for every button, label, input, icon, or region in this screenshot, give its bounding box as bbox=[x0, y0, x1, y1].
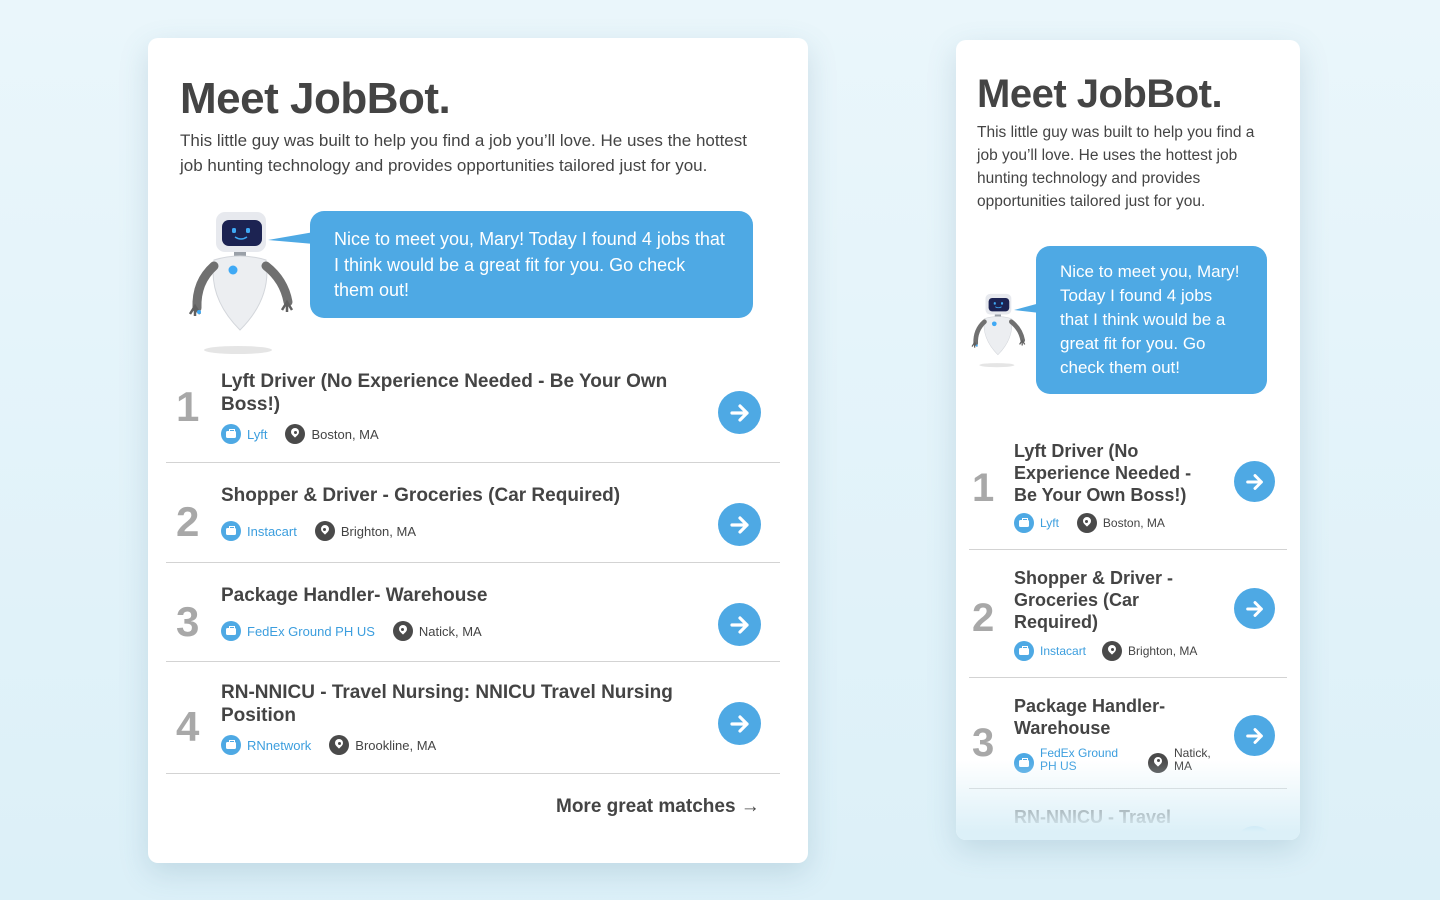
company[interactable]: Instacart bbox=[1014, 641, 1086, 661]
company[interactable]: RNnetwork bbox=[221, 735, 311, 755]
view-job-button[interactable] bbox=[718, 503, 761, 546]
location: Boston, MA bbox=[1076, 513, 1165, 533]
job-item[interactable]: RN-NNICU - Travel Nursing: NNICU Travel … bbox=[969, 789, 1287, 840]
company[interactable]: FedEx Ground PH US bbox=[1014, 747, 1132, 773]
job-item[interactable]: 1 Lyft Driver (No Experience Needed - Be… bbox=[166, 363, 780, 463]
job-number: 1 bbox=[972, 466, 995, 510]
job-number: 3 bbox=[972, 721, 995, 765]
job-meta: FedEx Ground PH US Natick, MA bbox=[221, 621, 482, 641]
page-title: Meet JobBot. bbox=[180, 74, 451, 123]
job-item[interactable]: 2 Shopper & Driver - Groceries (Car Requ… bbox=[969, 550, 1287, 678]
arrow-right-icon bbox=[1245, 727, 1263, 744]
location: Brighton, MA bbox=[1102, 641, 1197, 661]
job-number: 2 bbox=[176, 498, 200, 545]
job-meta: RNnetwork Brookline, MA bbox=[221, 735, 436, 755]
company-name[interactable]: Instacart bbox=[247, 524, 297, 539]
map-pin-icon bbox=[1102, 641, 1123, 661]
page-title: Meet JobBot. bbox=[977, 72, 1223, 116]
location-name: Brighton, MA bbox=[1128, 644, 1198, 658]
job-title[interactable]: Package Handler- Warehouse bbox=[221, 584, 691, 607]
desktop-email-card: Meet JobBot. This little guy was built t… bbox=[148, 38, 808, 863]
briefcase-icon bbox=[221, 424, 241, 444]
job-item[interactable]: 1 Lyft Driver (No Experience Needed - Be… bbox=[969, 430, 1287, 550]
job-title[interactable]: Lyft Driver (No Experience Needed - Be Y… bbox=[221, 370, 691, 416]
arrow-right-icon bbox=[729, 515, 749, 534]
arrow-right-icon bbox=[729, 714, 749, 733]
location: Boston, MA bbox=[285, 424, 379, 444]
location-name: Natick, MA bbox=[418, 623, 482, 639]
jobbot-speech-bubble: Nice to meet you, Mary! Today I found 4 … bbox=[310, 211, 753, 318]
briefcase-icon bbox=[1014, 752, 1034, 773]
company-name[interactable]: FedEx Ground PH US bbox=[1040, 747, 1124, 773]
company-name[interactable]: Lyft bbox=[1040, 516, 1059, 530]
briefcase-icon bbox=[221, 735, 241, 755]
company[interactable]: Lyft bbox=[221, 424, 267, 444]
job-number: 3 bbox=[176, 598, 200, 645]
location: Natick, MA bbox=[392, 621, 482, 641]
job-meta: Lyft Boston, MA bbox=[221, 424, 379, 444]
arrow-right-icon bbox=[729, 403, 749, 422]
briefcase-icon bbox=[221, 521, 241, 541]
company[interactable]: Instacart bbox=[221, 521, 297, 541]
company-name[interactable]: FedEx Ground PH US bbox=[247, 624, 375, 639]
job-item[interactable]: 3 Package Handler- Warehouse FedEx Groun… bbox=[969, 678, 1287, 789]
bot-message: Nice to meet you, Mary! Today I found 4 … bbox=[334, 229, 725, 300]
job-title[interactable]: RN-NNICU - Travel Nursing: NNICU Travel … bbox=[1014, 806, 1214, 840]
jobbot-speech-bubble: Nice to meet you, Mary! Today I found 4 … bbox=[1036, 246, 1267, 394]
location: Brookline, MA bbox=[329, 735, 436, 755]
speech-bubble-tail bbox=[268, 232, 314, 244]
job-meta: Lyft Boston, MA bbox=[1014, 513, 1165, 533]
briefcase-icon bbox=[221, 621, 241, 641]
map-pin-icon bbox=[285, 424, 306, 444]
mobile-email-card: Meet JobBot. This little guy was built t… bbox=[956, 40, 1300, 840]
location-name: Brookline, MA bbox=[355, 737, 437, 753]
company[interactable]: Lyft bbox=[1014, 513, 1059, 533]
company-name[interactable]: Instacart bbox=[1040, 644, 1086, 658]
more-matches-link[interactable]: More great matches → bbox=[556, 796, 760, 818]
job-number: 1 bbox=[176, 383, 200, 430]
company[interactable]: FedEx Ground PH US bbox=[221, 621, 375, 641]
location: Brighton, MA bbox=[314, 521, 417, 541]
job-item[interactable]: 3 Package Handler- Warehouse FedEx Groun… bbox=[166, 563, 780, 662]
map-pin-icon bbox=[1076, 513, 1097, 533]
location-name: Boston, MA bbox=[1102, 516, 1165, 530]
company-name[interactable]: Lyft bbox=[247, 427, 267, 442]
location-name: Boston, MA bbox=[311, 426, 379, 442]
map-pin-icon bbox=[1148, 752, 1168, 773]
job-meta: Instacart Brighton, MA bbox=[1014, 641, 1197, 661]
intro-text: This little guy was built to help you fi… bbox=[977, 124, 1255, 210]
job-item[interactable]: 2 Shopper & Driver - Groceries (Car Requ… bbox=[166, 463, 780, 563]
location: Natick, MA bbox=[1148, 747, 1216, 773]
view-job-button[interactable] bbox=[718, 391, 761, 434]
view-job-button[interactable] bbox=[1234, 461, 1275, 502]
view-job-button[interactable] bbox=[718, 603, 761, 646]
arrow-right-icon bbox=[1245, 473, 1263, 490]
job-meta: Instacart Brighton, MA bbox=[221, 521, 416, 541]
view-job-button[interactable] bbox=[1234, 715, 1275, 756]
bot-message: Nice to meet you, Mary! Today I found 4 … bbox=[1060, 262, 1240, 377]
location-name: Natick, MA bbox=[1174, 746, 1211, 773]
job-title[interactable]: Lyft Driver (No Experience Needed - Be Y… bbox=[1014, 440, 1214, 506]
briefcase-icon bbox=[1014, 641, 1034, 661]
intro-text: This little guy was built to help you fi… bbox=[180, 131, 747, 175]
job-number: 2 bbox=[972, 596, 995, 640]
job-item[interactable]: 4 RN-NNICU - Travel Nursing: NNICU Trave… bbox=[166, 662, 780, 774]
map-pin-icon bbox=[314, 521, 335, 541]
company-name[interactable]: RNnetwork bbox=[247, 738, 311, 753]
job-title[interactable]: RN-NNICU - Travel Nursing: NNICU Travel … bbox=[221, 681, 696, 727]
job-title[interactable]: Shopper & Driver - Groceries (Car Requir… bbox=[1014, 567, 1194, 633]
location-name: Brighton, MA bbox=[340, 523, 417, 539]
view-job-button[interactable] bbox=[1234, 588, 1275, 629]
arrow-right-icon bbox=[729, 615, 749, 634]
job-meta: FedEx Ground PH US Natick, MA bbox=[1014, 747, 1216, 773]
job-title[interactable]: Package Handler- Warehouse bbox=[1014, 695, 1184, 739]
map-pin-icon bbox=[392, 621, 413, 641]
arrow-right-icon bbox=[1245, 600, 1263, 617]
map-pin-icon bbox=[329, 735, 350, 755]
job-number: 4 bbox=[176, 703, 200, 750]
view-job-button[interactable] bbox=[718, 702, 761, 745]
briefcase-icon bbox=[1014, 513, 1034, 533]
view-job-button[interactable] bbox=[1234, 826, 1275, 840]
job-title[interactable]: Shopper & Driver - Groceries (Car Requir… bbox=[221, 484, 691, 507]
